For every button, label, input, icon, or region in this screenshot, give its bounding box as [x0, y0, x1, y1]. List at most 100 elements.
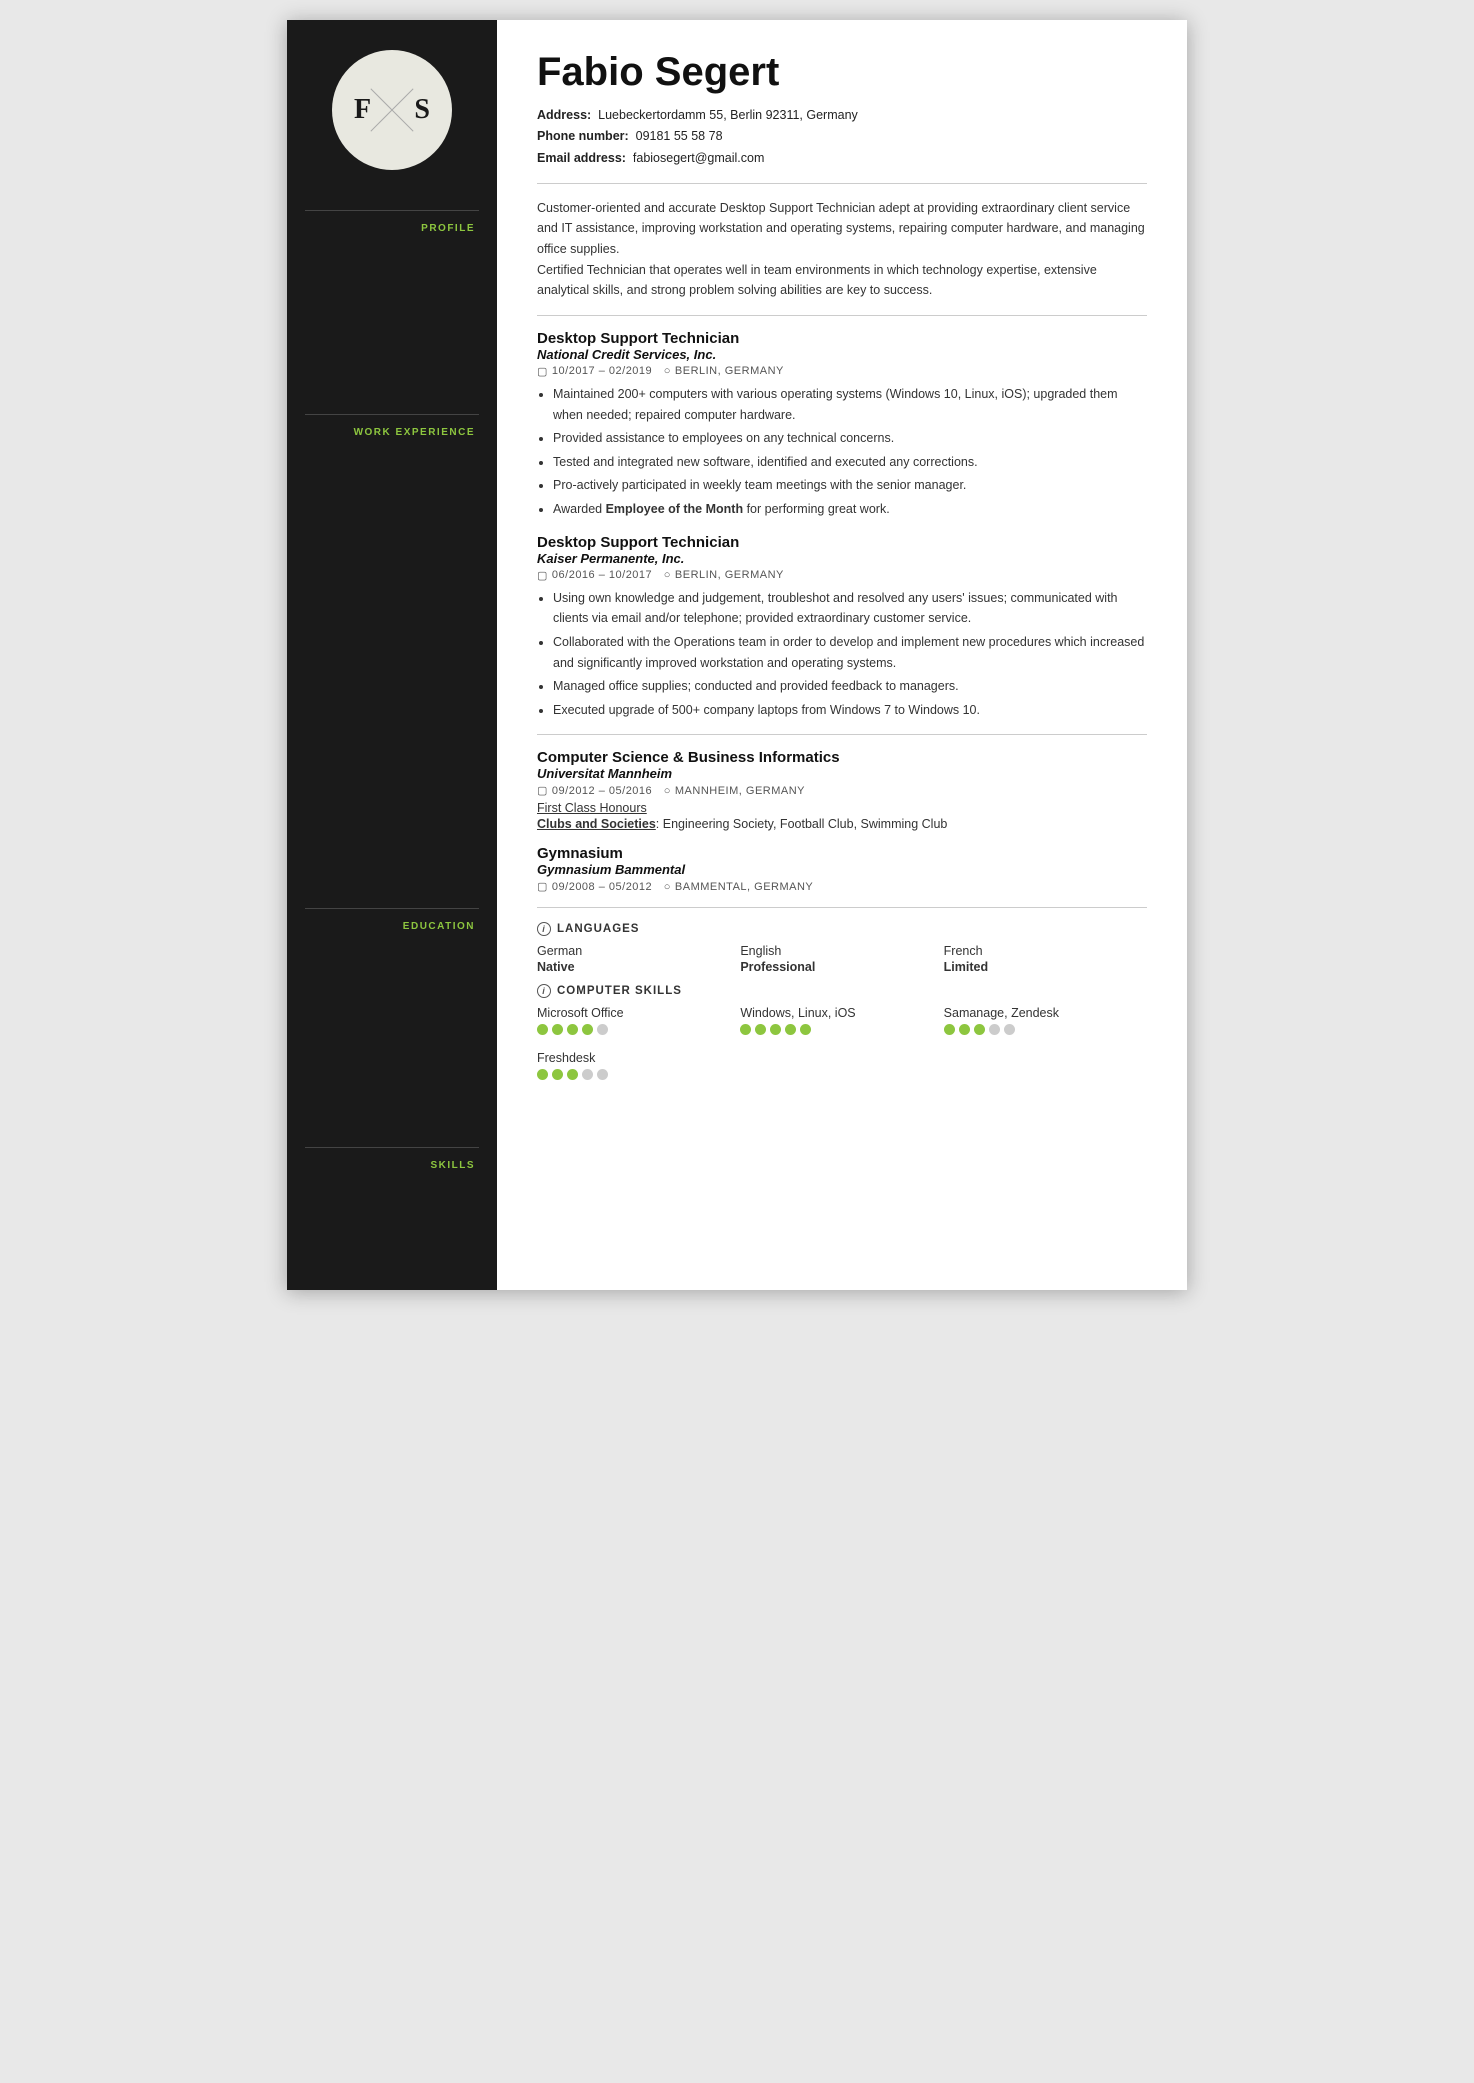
job2-bullets: Using own knowledge and judgement, troub…	[553, 588, 1147, 721]
divider-after-profile	[537, 315, 1147, 316]
dot	[597, 1069, 608, 1080]
edu1-clubs: Clubs and Societies: Engineering Society…	[537, 817, 1147, 831]
info-icon-languages: i	[537, 922, 551, 936]
languages-grid: German Native English Professional Frenc…	[537, 944, 1147, 974]
clubs-value: Engineering Society, Football Club, Swim…	[663, 817, 948, 831]
job1-bullets: Maintained 200+ computers with various o…	[553, 384, 1147, 520]
comp-dots-3	[537, 1069, 1147, 1080]
language-french: French Limited	[944, 944, 1147, 974]
sidebar-label-profile: PROFILE	[305, 223, 479, 234]
divider-after-header	[537, 183, 1147, 184]
job1-title: Desktop Support Technician	[537, 330, 1147, 347]
main-content: Fabio Segert Address: Luebeckertordamm 5…	[497, 20, 1187, 1290]
sidebar: F S PROFILE WORK EXPERIENCE EDUCATION SK…	[287, 20, 497, 1290]
email-label: Email address:	[537, 151, 626, 165]
sidebar-section-skills: SKILLS	[287, 1147, 497, 1171]
divider-after-education	[537, 907, 1147, 908]
dot	[740, 1024, 751, 1035]
lang-level-2: Limited	[944, 960, 1147, 974]
dot	[597, 1024, 608, 1035]
lang-name-1: English	[740, 944, 943, 958]
list-item: Collaborated with the Operations team in…	[553, 632, 1147, 673]
avatar: F S	[332, 50, 452, 170]
sidebar-section-profile: PROFILE	[287, 210, 497, 234]
calendar-icon-3: ▢	[537, 784, 548, 797]
address-value: Luebeckertordamm 55, Berlin 92311, Germa…	[598, 108, 858, 122]
sidebar-label-work: WORK EXPERIENCE	[305, 427, 479, 438]
job2-date: 06/2016 – 10/2017	[552, 569, 652, 581]
sidebar-divider-profile	[305, 210, 479, 211]
lang-level-1: Professional	[740, 960, 943, 974]
avatar-initials: F S	[332, 50, 452, 170]
job1-date: 10/2017 – 02/2019	[552, 365, 652, 377]
dot	[582, 1024, 593, 1035]
job1-meta: ▢ 10/2017 – 02/2019 ○ BERLIN, GERMANY	[537, 365, 1147, 378]
edu-1: Computer Science & Business Informatics …	[537, 749, 1147, 831]
job2-company: Kaiser Permanente, Inc.	[537, 551, 1147, 566]
candidate-name: Fabio Segert	[537, 50, 1147, 95]
edu1-date: 09/2012 – 05/2016	[552, 785, 652, 797]
location-icon-2: ○	[664, 569, 671, 581]
edu1-honor: First Class Honours	[537, 801, 1147, 815]
comp-dots-1	[740, 1024, 943, 1035]
comp-skill-1: Windows, Linux, iOS	[740, 1006, 943, 1035]
sidebar-label-education: EDUCATION	[305, 921, 479, 932]
dot	[582, 1069, 593, 1080]
divider-after-work	[537, 734, 1147, 735]
sidebar-section-education: EDUCATION	[287, 908, 497, 932]
initial-f: F	[354, 94, 371, 126]
job1-location: BERLIN, GERMANY	[675, 365, 784, 377]
resume-container: F S PROFILE WORK EXPERIENCE EDUCATION SK…	[287, 20, 1187, 1290]
edu1-location: MANNHEIM, GERMANY	[675, 785, 805, 797]
lang-level-0: Native	[537, 960, 740, 974]
initial-s: S	[414, 94, 430, 126]
location-icon-1: ○	[664, 365, 671, 377]
dot	[974, 1024, 985, 1035]
profile-text: Customer-oriented and accurate Desktop S…	[537, 198, 1147, 301]
sidebar-label-skills: SKILLS	[305, 1160, 479, 1171]
edu2-date: 09/2008 – 05/2012	[552, 881, 652, 893]
list-item: Provided assistance to employees on any …	[553, 428, 1147, 449]
address-label: Address:	[537, 108, 591, 122]
skills-section: i LANGUAGES German Native English Profes…	[537, 922, 1147, 1080]
edu1-meta: ▢ 09/2012 – 05/2016 ○ MANNHEIM, GERMANY	[537, 784, 1147, 797]
list-item: Awarded Employee of the Month for perfor…	[553, 499, 1147, 520]
calendar-icon-4: ▢	[537, 880, 548, 893]
comp-skill-3: Freshdesk	[537, 1051, 1147, 1080]
dot	[989, 1024, 1000, 1035]
profile-section: Customer-oriented and accurate Desktop S…	[537, 198, 1147, 301]
lang-name-2: French	[944, 944, 1147, 958]
list-item: Pro-actively participated in weekly team…	[553, 475, 1147, 496]
computer-skills-row1: Microsoft Office Windows, Linux, iOS	[537, 1006, 1147, 1043]
comp-name-0: Microsoft Office	[537, 1006, 740, 1020]
comp-dots-2	[944, 1024, 1147, 1035]
education-section: Computer Science & Business Informatics …	[537, 749, 1147, 893]
list-item: Executed upgrade of 500+ company laptops…	[553, 700, 1147, 721]
dot	[944, 1024, 955, 1035]
edu2-degree: Gymnasium	[537, 845, 1147, 862]
languages-title-block: i LANGUAGES	[537, 922, 1147, 936]
dot	[567, 1069, 578, 1080]
language-english: English Professional	[740, 944, 943, 974]
comp-name-3: Freshdesk	[537, 1051, 1147, 1065]
job-1: Desktop Support Technician National Cred…	[537, 330, 1147, 520]
lang-name-0: German	[537, 944, 740, 958]
dot	[959, 1024, 970, 1035]
computer-skills-row2: Freshdesk	[537, 1051, 1147, 1080]
dot	[1004, 1024, 1015, 1035]
dot	[785, 1024, 796, 1035]
list-item: Tested and integrated new software, iden…	[553, 452, 1147, 473]
dot	[552, 1069, 563, 1080]
sidebar-divider-education	[305, 908, 479, 909]
sidebar-section-work: WORK EXPERIENCE	[287, 414, 497, 438]
dot	[755, 1024, 766, 1035]
edu2-meta: ▢ 09/2008 – 05/2012 ○ BAMMENTAL, GERMANY	[537, 880, 1147, 893]
comp-dots-0	[537, 1024, 740, 1035]
list-item: Maintained 200+ computers with various o…	[553, 384, 1147, 425]
contact-block: Address: Luebeckertordamm 55, Berlin 923…	[537, 105, 1147, 169]
sidebar-divider-skills	[305, 1147, 479, 1148]
clubs-label: Clubs and Societies	[537, 817, 656, 831]
email-value: fabiosegert@gmail.com	[633, 151, 765, 165]
comp-name-2: Samanage, Zendesk	[944, 1006, 1147, 1020]
comp-skill-0: Microsoft Office	[537, 1006, 740, 1035]
